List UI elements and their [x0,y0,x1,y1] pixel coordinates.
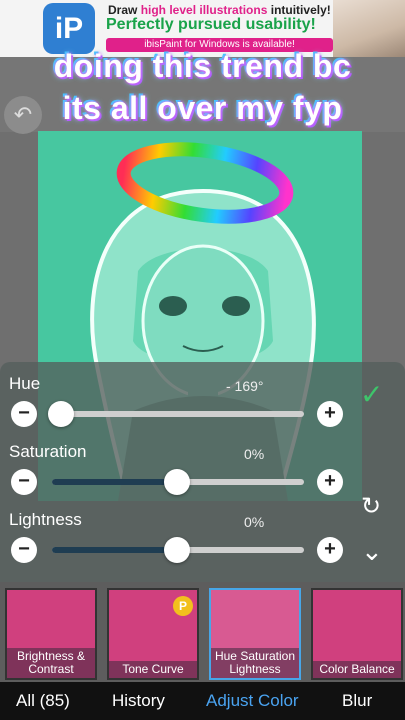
ad-headline-pre: Draw [108,3,138,17]
filter-caption: Hue Saturation Lightness [211,648,299,678]
ad-headline-accent: high level illustrations [140,3,268,17]
hue-label: Hue [9,374,41,393]
saturation-label: Saturation [9,442,87,461]
lightness-slider-thumb[interactable] [164,537,190,563]
lightness-slider-fill [52,547,178,553]
reset-icon[interactable]: ↻ [361,492,381,521]
ad-subheadline: Perfectly pursued usability! [106,16,316,33]
saturation-slider-fill [52,479,178,485]
undo-icon: ↶ [13,102,33,127]
tab-all[interactable]: All (85) [16,691,70,711]
ad-headline: Draw high level illustrations intuitivel… [108,3,331,17]
saturation-increase-button[interactable]: + [317,469,343,495]
check-icon[interactable]: ✓ [360,378,383,411]
hue-slider-thumb[interactable] [48,401,74,427]
filter-color-balance[interactable]: Color Balance [311,588,403,680]
hue-decrease-button[interactable]: − [11,401,37,427]
undo-button[interactable]: ↶ [4,96,42,134]
hue-value: - 169° [226,378,264,394]
hue-increase-button[interactable]: + [317,401,343,427]
lightness-label: Lightness [9,510,82,529]
overlay-caption-line2: its all over my fyp [62,90,343,126]
saturation-slider-thumb[interactable] [164,469,190,495]
tab-adjust-color[interactable]: Adjust Color [206,691,299,711]
filter-list: Brightness & Contrast P Tone Curve Hue S… [0,582,405,682]
overlay-caption-line1: doing this trend bc [53,48,352,84]
filter-brightness-contrast[interactable]: Brightness & Contrast [5,588,97,680]
category-tab-bar: All (85) History Adjust Color Blur [0,682,405,720]
lightness-value: 0% [244,514,265,530]
filter-caption: Color Balance [313,661,401,678]
filter-tone-curve[interactable]: P Tone Curve [107,588,199,680]
filter-caption: Tone Curve [109,661,197,678]
ibispaint-logo: iP [43,3,95,54]
hue-slider[interactable] [52,411,304,417]
saturation-value: 0% [244,446,265,462]
tab-blur[interactable]: Blur [342,691,372,711]
collapse-icon[interactable]: ⌄ [361,536,383,567]
tab-history[interactable]: History [112,691,165,711]
lightness-decrease-button[interactable]: − [11,537,37,563]
lightness-increase-button[interactable]: + [317,537,343,563]
premium-badge: P [173,596,193,616]
ad-headline-post: intuitively! [270,3,331,17]
filter-caption: Brightness & Contrast [7,648,95,678]
saturation-decrease-button[interactable]: − [11,469,37,495]
filter-hue-saturation-lightness[interactable]: Hue Saturation Lightness [209,588,301,680]
